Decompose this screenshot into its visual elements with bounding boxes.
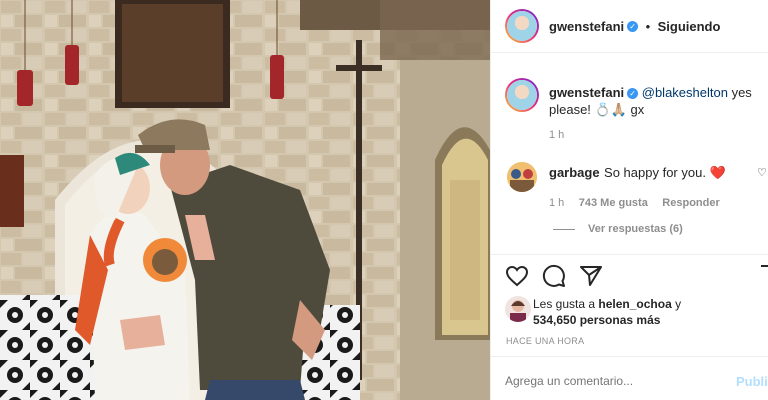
header-title: gwenstefani ✓ • Siguiendo — [549, 18, 720, 36]
separator-dot: • — [645, 19, 651, 34]
caption-mention-link[interactable]: @blakeshelton — [642, 85, 728, 100]
commenter-avatar[interactable] — [507, 162, 537, 192]
verified-badge-icon: ✓ — [627, 88, 639, 100]
post-header: gwenstefani ✓ • Siguiendo — [491, 0, 768, 53]
publish-button[interactable]: Publicar — [736, 374, 768, 389]
replies-line — [553, 229, 575, 230]
small-heart-icon[interactable]: ♡ — [757, 166, 767, 179]
verified-badge-icon: ✓ — [627, 21, 639, 33]
bookmark-icon[interactable] — [759, 264, 768, 293]
caption-username[interactable]: gwenstefani — [549, 85, 624, 100]
author-avatar[interactable] — [505, 9, 539, 43]
comment-username[interactable]: garbage — [549, 165, 600, 180]
post-photo[interactable] — [0, 0, 490, 400]
post-timestamp: HACE UNA HORA — [506, 336, 585, 346]
comment-body: garbage So happy for you. ❤️ — [549, 164, 726, 182]
caption: gwenstefani ✓ @blakeshelton yes please! 💍… — [549, 84, 761, 118]
comment-time: 1 h — [549, 197, 565, 209]
heart-icon[interactable] — [505, 264, 529, 293]
comment-meta: 1 h 743 Me gusta Responder — [549, 193, 720, 211]
reply-button[interactable]: Responder — [662, 197, 719, 209]
view-replies-button[interactable]: Ver respuestas (6) — [588, 223, 683, 235]
comment-input[interactable] — [505, 370, 705, 392]
share-icon[interactable] — [579, 264, 603, 293]
caption-avatar[interactable] — [505, 78, 539, 112]
comment-likes[interactable]: 743 Me gusta — [579, 197, 648, 209]
divider — [491, 356, 768, 357]
caption-time: 1 h — [549, 129, 565, 141]
follow-status-button[interactable]: Siguiendo — [658, 19, 721, 34]
liker-avatar[interactable] — [505, 296, 531, 322]
liker-username[interactable]: helen_ochoa — [598, 297, 671, 311]
post-sidebar: gwenstefani ✓ • Siguiendo gwenstefani ✓ @b… — [490, 0, 768, 400]
comment-text: So happy for you. ❤️ — [604, 165, 726, 180]
author-username[interactable]: gwenstefani — [549, 19, 624, 34]
post-image — [0, 0, 490, 400]
divider — [491, 254, 768, 255]
likes-prefix: Les gusta a — [533, 297, 599, 311]
likes-suffix: y — [671, 297, 682, 311]
comment-icon[interactable] — [542, 264, 566, 293]
commenter-avatar-image — [507, 162, 537, 192]
likes-count[interactable]: 534,650 personas más — [533, 313, 660, 327]
likes-line-1: Les gusta a helen_ochoa y — [533, 297, 681, 311]
